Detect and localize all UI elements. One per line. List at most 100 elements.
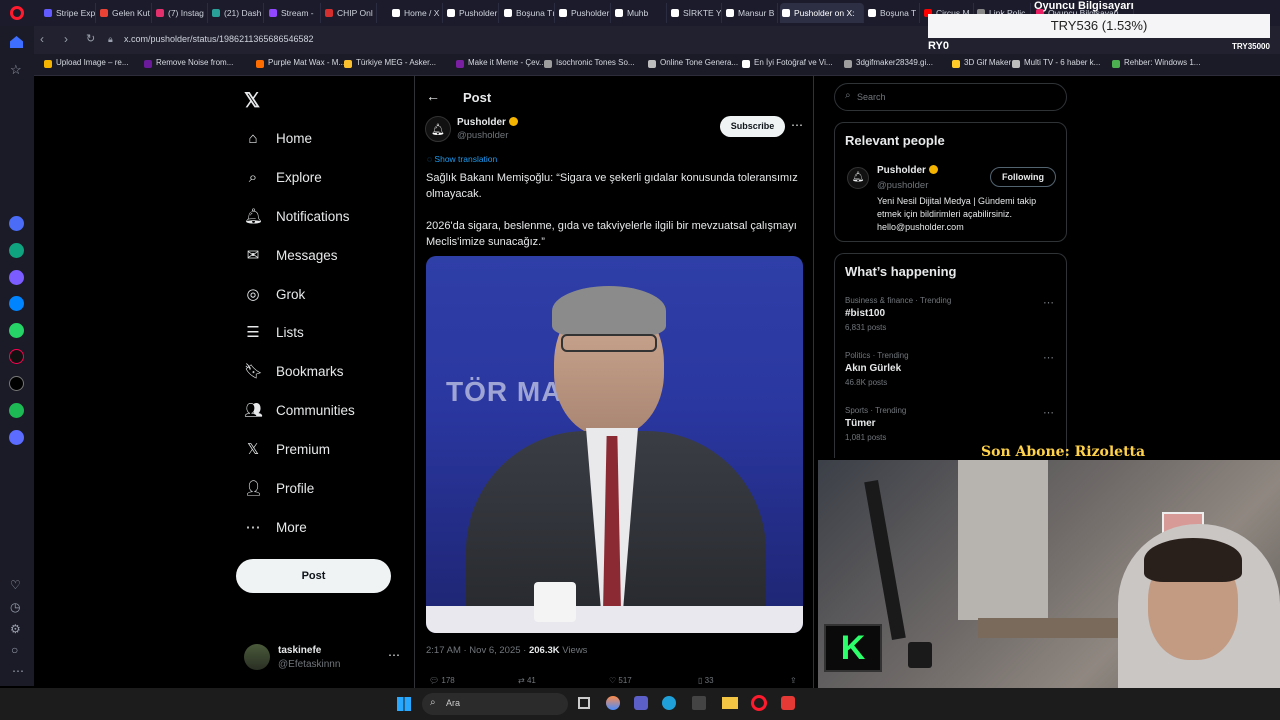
trend-topic: Akın Gürlek — [845, 363, 902, 374]
post-more-icon[interactable]: ⋯ — [791, 118, 803, 132]
following-button[interactable]: Following — [990, 167, 1056, 187]
nav-item-bookmarks[interactable]: 🔖︎ Bookmarks — [244, 359, 344, 383]
search-box[interactable]: ⌕ Search — [834, 83, 1067, 111]
author-avatar[interactable]: 🔔︎ — [425, 116, 451, 142]
browser-tab[interactable]: Home / X — [390, 3, 443, 23]
forward-icon[interactable]: › — [64, 32, 68, 46]
tiktok-icon[interactable] — [9, 349, 24, 364]
nav-item-messages[interactable]: ✉ Messages — [244, 243, 338, 267]
nav-item-communities[interactable]: 👥︎ Communities — [244, 398, 355, 422]
repost-button[interactable]: ⇄ 41 — [518, 676, 536, 685]
edge-icon[interactable] — [662, 696, 676, 710]
bookmark-item[interactable]: En İyi Fotoğraf ve Vi... — [742, 58, 833, 68]
aria-icon[interactable] — [9, 216, 24, 231]
browser-tab[interactable]: Boşuna Tı — [502, 3, 555, 23]
history-icon[interactable]: ◷ — [10, 600, 20, 614]
bookmark-item[interactable]: 3D Gif Maker — [952, 58, 1011, 68]
wps-icon[interactable] — [781, 696, 795, 710]
browser-tab[interactable]: SİRKTE YA — [669, 3, 722, 23]
spotify-icon[interactable] — [9, 403, 24, 418]
bookmark-item[interactable]: Rehber: Windows 1... — [1112, 58, 1200, 68]
trend-more-icon[interactable]: ⋯ — [1043, 296, 1054, 309]
bookmark-item[interactable]: Make it Meme - Çev... — [456, 58, 546, 68]
browser-tab[interactable]: (21) Dash — [210, 3, 264, 23]
post-image[interactable]: TÖR MASASI — [426, 256, 803, 633]
like-button[interactable]: ♡ 517 — [609, 676, 632, 685]
explorer-icon[interactable] — [722, 697, 738, 709]
opera-logo-icon[interactable] — [10, 6, 24, 20]
nav-item-explore[interactable]: ⌕ Explore — [244, 165, 322, 189]
nav-item-grok[interactable]: ◎ Grok — [244, 282, 305, 306]
back-icon[interactable]: ‹ — [40, 32, 44, 46]
bookmark-item[interactable]: Online Tone Genera... — [648, 58, 738, 68]
nav-item-lists[interactable]: ☰ Lists — [244, 320, 304, 344]
trend-more-icon[interactable]: ⋯ — [1043, 351, 1054, 364]
bookmark-item[interactable]: Isochronic Tones So... — [544, 58, 635, 68]
browser-tab[interactable]: Pusholder — [557, 3, 611, 23]
windows-start-icon[interactable] — [397, 697, 411, 711]
star-icon[interactable]: ☆ — [10, 62, 22, 78]
reply-button[interactable]: 💬︎ 178 — [429, 676, 455, 685]
app-icon[interactable] — [9, 270, 24, 285]
bookmark-item[interactable]: Multi TV - 6 haber k... — [1012, 58, 1100, 68]
bookmark-item[interactable]: Purple Mat Wax - M... — [256, 58, 345, 68]
trend-item[interactable]: Politics · Trending Akın Gürlek 46.8K post… — [845, 351, 1060, 399]
nav-item-more[interactable]: ⋯ More — [244, 515, 307, 539]
nav-item-premium[interactable]: 𝕏 Premium — [244, 437, 330, 461]
back-arrow-icon[interactable]: ← — [426, 88, 440, 104]
x-logo-icon[interactable]: 𝕏 — [244, 88, 260, 113]
person-avatar[interactable]: 🔔︎ — [847, 167, 869, 189]
subscribe-button[interactable]: Subscribe — [720, 116, 785, 137]
bulb-icon[interactable]: ○ — [11, 643, 18, 657]
url-field[interactable]: x.com/pusholder/status/19862113656865465… — [124, 34, 313, 44]
opera-taskbar-icon[interactable] — [751, 695, 767, 711]
whatsapp-icon[interactable] — [9, 323, 24, 338]
messenger-icon[interactable] — [9, 296, 24, 311]
bookmark-item[interactable]: Türkiye MEG - Asker... — [344, 58, 436, 68]
browser-tab[interactable]: Muhb — [613, 3, 667, 23]
show-translation-link[interactable]: ◌ Show translation — [427, 154, 497, 164]
browser-tab[interactable]: Stream - — [267, 3, 321, 23]
nav-item-profile[interactable]: 👤︎ Profile — [244, 476, 314, 500]
browser-tab[interactable]: Boşuna T — [866, 3, 920, 23]
teams-icon[interactable] — [634, 696, 648, 710]
store-icon[interactable] — [692, 696, 706, 710]
x-app-icon[interactable] — [9, 376, 24, 391]
heart-icon[interactable]: ♡ — [10, 578, 21, 592]
person-name[interactable]: Pusholder — [877, 165, 938, 176]
taskbar-search[interactable]: ⌕ Ara — [422, 693, 568, 715]
browser-tab[interactable]: Pusholder — [445, 3, 499, 23]
browser-tab[interactable]: Pusholder on X: — [780, 3, 864, 23]
account-more-icon[interactable]: ⋯ — [388, 648, 400, 662]
browser-tab[interactable]: Mansur B — [724, 3, 778, 23]
bookmark-item[interactable]: Upload Image – re... — [44, 58, 128, 68]
bookmark-button[interactable]: ▯ 33 — [698, 676, 714, 685]
post-button[interactable]: Post — [236, 559, 391, 593]
search-input[interactable]: Search — [857, 92, 886, 102]
browser-tab[interactable]: (7) Instag — [154, 3, 208, 23]
trend-more-icon[interactable]: ⋯ — [1043, 406, 1054, 419]
browser-tab[interactable]: Stripe Exp — [42, 3, 96, 23]
bell-logo-icon: 🔔︎ — [851, 172, 865, 183]
nav-item-notifications[interactable]: 🔔︎ Notifications — [244, 204, 350, 228]
share-icon[interactable]: ⇪ — [790, 676, 797, 685]
subscriber-overlay: Son Abone: Rizoletta — [981, 444, 1146, 460]
reload-icon[interactable]: ↻ — [86, 32, 95, 45]
bookmark-item[interactable]: Remove Noise from... — [144, 58, 233, 68]
bookmark-item[interactable]: 3dgifmaker28349.gi... — [844, 58, 933, 68]
settings-icon[interactable]: ⚙ — [10, 622, 21, 636]
browser-tab[interactable]: Gelen Kut — [98, 3, 152, 23]
player-icon[interactable] — [9, 430, 24, 445]
webcam-feed: K — [818, 460, 1280, 688]
person-handle: @pusholder — [877, 180, 929, 191]
copilot-icon[interactable] — [606, 696, 620, 710]
nav-item-home[interactable]: ⌂ Home — [244, 126, 312, 150]
browser-tab[interactable]: CHIP Onl — [323, 3, 377, 23]
author-name[interactable]: Pusholder — [457, 117, 518, 128]
task-view-icon[interactable] — [578, 697, 590, 709]
more-icon[interactable]: ⋯ — [12, 664, 24, 678]
home-icon[interactable] — [10, 36, 23, 48]
chatgpt-icon[interactable] — [9, 243, 24, 258]
account-switcher[interactable]: taskinefe @Efetaskinnn ⋯ — [244, 644, 404, 674]
trend-item[interactable]: Business & finance · Trending #bist100 6,8… — [845, 296, 1060, 344]
